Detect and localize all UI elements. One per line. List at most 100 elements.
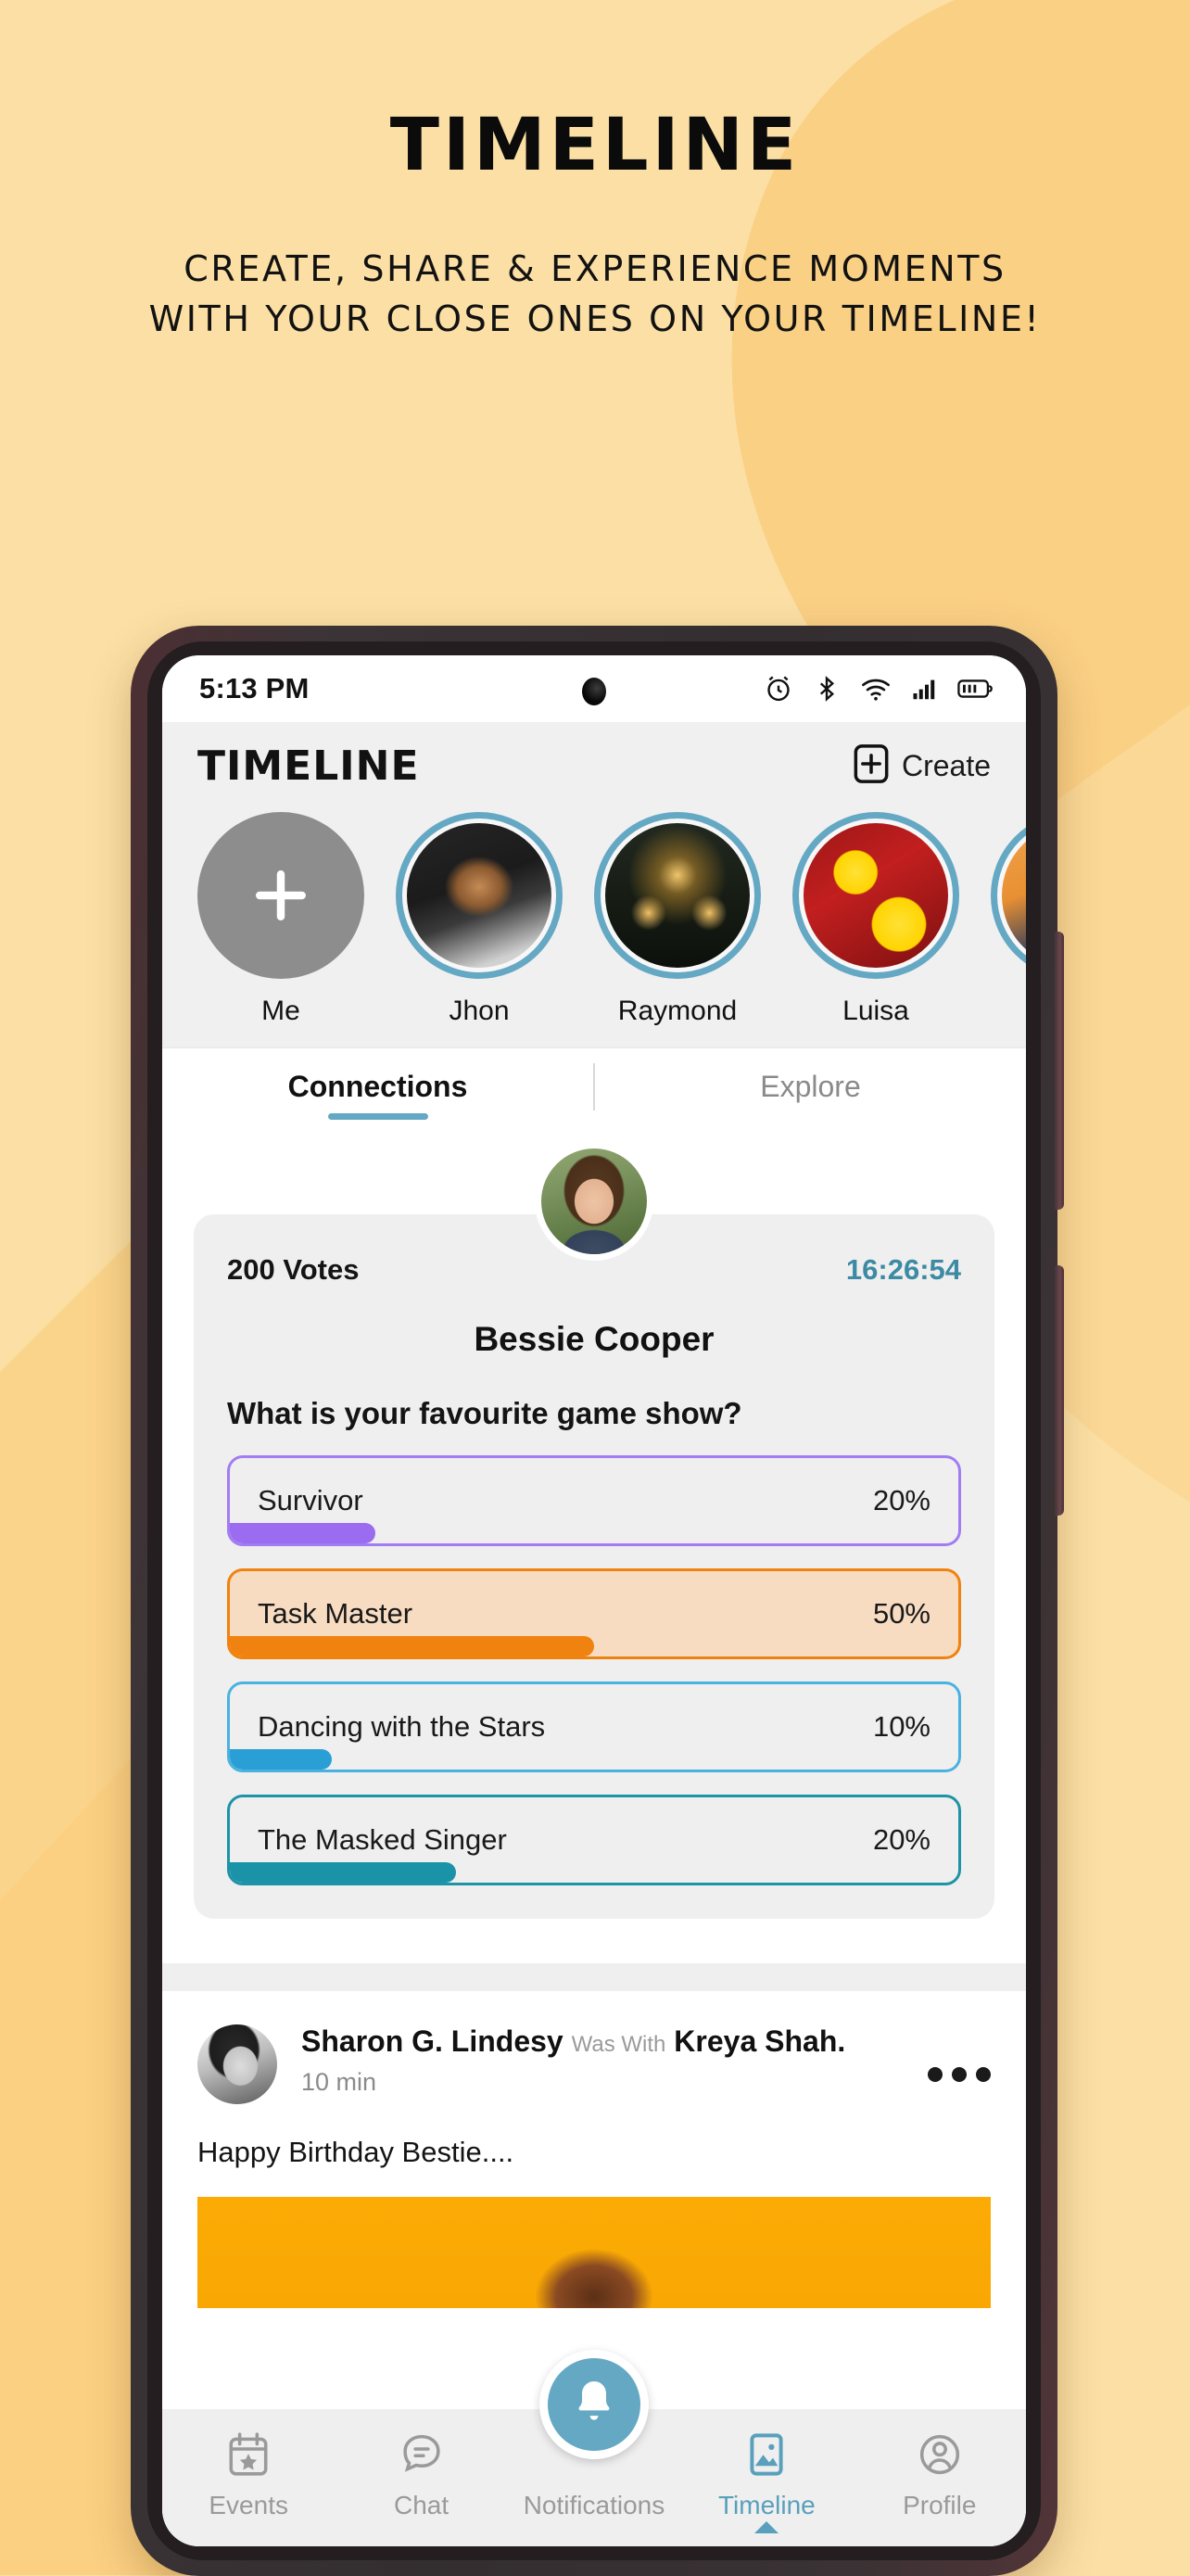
tab-connections[interactable]: Connections bbox=[162, 1048, 593, 1125]
post-with-person: Kreya Shah. bbox=[674, 2024, 846, 2058]
story-ring-raymond bbox=[594, 812, 761, 979]
battery-icon bbox=[957, 673, 994, 704]
feed-divider bbox=[162, 1963, 1026, 1991]
status-time: 5:13 PM bbox=[199, 672, 310, 704]
poll-option-percent: 20% bbox=[872, 1823, 930, 1856]
poll-option-survivor[interactable]: Survivor 20% bbox=[227, 1455, 961, 1546]
tab-explore[interactable]: Explore bbox=[595, 1048, 1026, 1125]
nav-item-timeline[interactable]: Timeline bbox=[683, 2426, 850, 2533]
poll-option-percent: 20% bbox=[872, 1484, 930, 1516]
bottom-navigation[interactable]: Events Chat Notifications Timeline Profi… bbox=[162, 2350, 1026, 2546]
story-ring-next bbox=[991, 812, 1026, 979]
story-photo-raymond bbox=[605, 823, 750, 968]
status-icons bbox=[763, 673, 994, 704]
poll-option-task-master[interactable]: Task Master 50% bbox=[227, 1568, 961, 1659]
post-author-block: Sharon G. Lindesy Was With Kreya Shah. 1… bbox=[301, 2024, 928, 2097]
poll-option-the-masked-singer[interactable]: The Masked Singer 20% bbox=[227, 1795, 961, 1885]
chat-bubble-icon bbox=[399, 2426, 445, 2483]
power-button[interactable] bbox=[1054, 1265, 1064, 1516]
notifications-fab[interactable] bbox=[538, 2350, 649, 2459]
post-with-label: Was With bbox=[571, 2032, 666, 2057]
poll-question: What is your favourite game show? bbox=[227, 1396, 742, 1430]
image-photo-icon bbox=[743, 2426, 790, 2483]
tab-active-indicator bbox=[327, 1113, 428, 1120]
add-box-icon bbox=[853, 743, 890, 789]
nav-label: Chat bbox=[394, 2491, 449, 2519]
post-photo[interactable] bbox=[197, 2197, 991, 2308]
poll-timer: 16:26:54 bbox=[845, 1253, 961, 1286]
story-label: Raymond bbox=[617, 996, 738, 1026]
more-horizontal-icon[interactable] bbox=[928, 2024, 991, 2082]
story-item-jhon[interactable]: Jhon bbox=[396, 812, 563, 1027]
poll-post: 200 Votes 16:26:54 Bessie Cooper What is… bbox=[162, 1125, 1026, 1919]
post-timestamp: 10 min bbox=[301, 2068, 377, 2096]
wifi-icon bbox=[859, 673, 892, 704]
tab-label: Explore bbox=[760, 1070, 861, 1103]
story-item-me[interactable]: Me bbox=[197, 812, 364, 1027]
app-header: TIMELINE Create bbox=[162, 722, 1026, 795]
page-title: TIMELINE bbox=[389, 104, 801, 187]
nav-label: Profile bbox=[903, 2491, 977, 2519]
dot bbox=[952, 2067, 967, 2082]
promo-header: TIMELINE CREATE, SHARE & EXPERIENCE MOME… bbox=[0, 0, 1190, 345]
nav-item-events[interactable]: Events bbox=[165, 2426, 332, 2520]
bluetooth-icon bbox=[813, 673, 841, 704]
cellular-signal-icon bbox=[911, 673, 939, 704]
poll-option-percent: 10% bbox=[872, 1710, 930, 1743]
story-photo-next bbox=[1002, 823, 1026, 968]
post-author-name: Sharon G. Lindesy bbox=[301, 2024, 563, 2058]
story-item-next[interactable] bbox=[991, 812, 1026, 1027]
poll-option-percent: 50% bbox=[872, 1597, 930, 1630]
tab-label: Connections bbox=[287, 1070, 468, 1103]
poll-option-label: Dancing with the Stars bbox=[258, 1710, 546, 1743]
promo-subtitle-line-1: CREATE, SHARE & EXPERIENCE MOMENTS bbox=[184, 248, 1006, 289]
poll-card: 200 Votes 16:26:54 Bessie Cooper What is… bbox=[194, 1214, 994, 1919]
nav-item-notifications[interactable]: Notifications bbox=[511, 2350, 677, 2520]
status-bar: 5:13 PM bbox=[162, 655, 1026, 722]
bell-icon bbox=[568, 2376, 620, 2434]
poll-votes: 200 Votes bbox=[227, 1253, 360, 1286]
promo-subtitle-line-2: WITH YOUR CLOSE ONES ON YOUR TIMELINE! bbox=[148, 298, 1042, 339]
add-story-circle[interactable] bbox=[197, 812, 364, 979]
avatar-image bbox=[541, 1148, 647, 1254]
poll-option-bar bbox=[230, 1636, 594, 1656]
poll-author-avatar[interactable] bbox=[535, 1142, 653, 1261]
post-caption: Happy Birthday Bestie.... bbox=[197, 2136, 514, 2168]
feed-tabs[interactable]: Connections Explore bbox=[162, 1047, 1026, 1125]
dot bbox=[928, 2067, 943, 2082]
poll-option-bar bbox=[230, 1862, 456, 1883]
poll-option-label: Task Master bbox=[258, 1597, 413, 1630]
poll-option-bar bbox=[230, 1749, 333, 1770]
story-item-raymond[interactable]: Raymond bbox=[594, 812, 761, 1027]
front-camera-punchhole bbox=[582, 678, 606, 705]
post-header: Sharon G. Lindesy Was With Kreya Shah. 1… bbox=[197, 2024, 991, 2104]
alarm-icon bbox=[763, 673, 794, 704]
nav-item-profile[interactable]: Profile bbox=[856, 2426, 1023, 2520]
feed[interactable]: 200 Votes 16:26:54 Bessie Cooper What is… bbox=[162, 1125, 1026, 2546]
poll-option-label: Survivor bbox=[258, 1484, 363, 1516]
story-label: Jhon bbox=[449, 996, 510, 1026]
post-author-line: Sharon G. Lindesy Was With Kreya Shah. bbox=[301, 2024, 928, 2059]
nav-active-indicator bbox=[754, 2521, 779, 2533]
story-item-luisa[interactable]: Luisa bbox=[792, 812, 959, 1027]
stories-row[interactable]: Me Jhon Raymond Luisa bbox=[162, 795, 1026, 1047]
phone-screen: 5:13 PM TIMELINE Create Me Jhon Raymond … bbox=[162, 655, 1026, 2546]
poll-option-bar bbox=[230, 1523, 376, 1543]
create-button[interactable]: Create bbox=[853, 743, 991, 789]
app-title: TIMELINE bbox=[197, 742, 420, 790]
phone-mockup: 5:13 PM TIMELINE Create Me Jhon Raymond … bbox=[131, 626, 1064, 2576]
create-label: Create bbox=[901, 749, 991, 782]
promo-subtitle: CREATE, SHARE & EXPERIENCE MOMENTS WITH … bbox=[0, 245, 1190, 345]
poll-option-dancing-with-the-stars[interactable]: Dancing with the Stars 10% bbox=[227, 1681, 961, 1772]
post-author-avatar[interactable] bbox=[197, 2024, 277, 2104]
nav-item-chat[interactable]: Chat bbox=[338, 2426, 505, 2520]
timeline-post: Sharon G. Lindesy Was With Kreya Shah. 1… bbox=[162, 1991, 1026, 2308]
person-circle-icon bbox=[917, 2426, 963, 2483]
poll-options[interactable]: Survivor 20% Task Master 50% Dancing wit… bbox=[227, 1455, 961, 1885]
dot bbox=[976, 2067, 991, 2082]
story-ring-jhon bbox=[396, 812, 563, 979]
story-label: Me bbox=[261, 996, 300, 1026]
story-ring-me bbox=[197, 812, 364, 979]
nav-label: Events bbox=[209, 2491, 288, 2519]
volume-button[interactable] bbox=[1054, 932, 1064, 1210]
